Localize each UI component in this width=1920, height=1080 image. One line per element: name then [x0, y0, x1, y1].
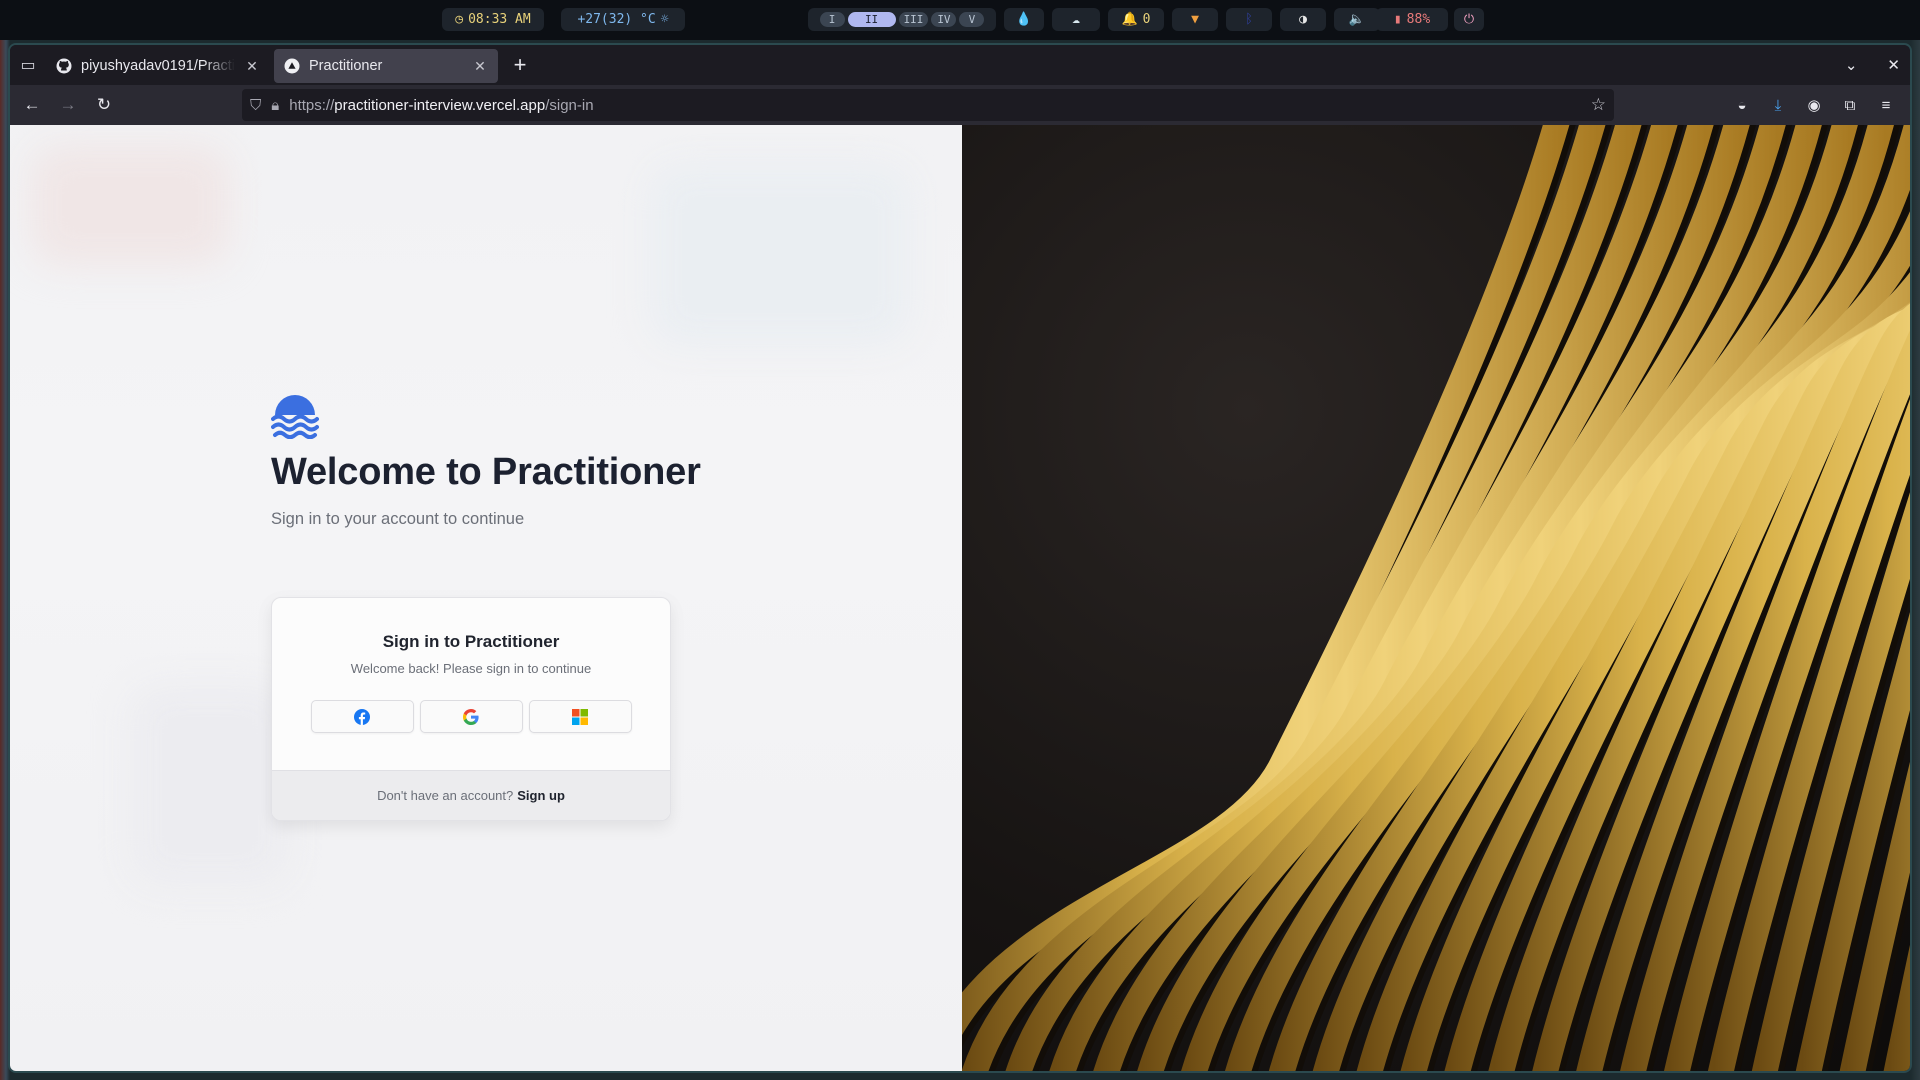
- lock-icon[interactable]: 🔒︎: [271, 97, 279, 114]
- account-icon[interactable]: ◉: [1798, 89, 1830, 121]
- bookmark-star-icon[interactable]: ☆: [1591, 95, 1606, 115]
- extensions-icon[interactable]: ⧉: [1834, 89, 1866, 121]
- workspace-1[interactable]: I: [819, 12, 845, 27]
- card-title: Sign in to Practitioner: [382, 632, 560, 651]
- clock-icon: ◷: [455, 12, 464, 27]
- page-content: Welcome to Practitioner Sign in to your …: [10, 125, 1910, 1071]
- sign-in-card: Sign in to Practitioner Welcome back! Pl…: [271, 597, 671, 821]
- tab-github[interactable]: piyushyadav0191/Practitioner ✕: [46, 49, 270, 83]
- sign-up-link[interactable]: Sign up: [517, 788, 565, 803]
- forward-arrow-icon[interactable]: →: [50, 89, 86, 121]
- battery-widget[interactable]: ▮ 88%: [1376, 8, 1448, 31]
- bell-icon: 🔔: [1121, 12, 1138, 27]
- card-subtitle: Welcome back! Please sign in to continue: [350, 661, 592, 676]
- battery-text: 88%: [1406, 12, 1431, 27]
- notification-count: 0: [1142, 12, 1151, 27]
- close-icon[interactable]: ✕: [472, 58, 488, 75]
- weather-icon: ☼: [660, 12, 669, 27]
- clock-text: 08:33 AM: [468, 12, 531, 27]
- vercel-icon: [284, 58, 300, 74]
- page-subtitle: Sign in to your account to continue: [271, 510, 525, 528]
- volume-icon[interactable]: 🔈: [1334, 8, 1380, 31]
- workspace-switcher: I II III IV V: [808, 8, 996, 31]
- facebook-login-button[interactable]: [310, 700, 414, 733]
- download-icon[interactable]: ⤓: [1762, 89, 1794, 121]
- url-text[interactable]: https://practitioner-interview.vercel.ap…: [289, 97, 593, 114]
- notifications-widget[interactable]: 🔔 0: [1108, 8, 1164, 31]
- pocket-icon[interactable]: ◒: [1726, 89, 1758, 121]
- tab-list-icon[interactable]: ▭: [10, 45, 46, 85]
- card-footer: Don't have an account? Sign up: [272, 770, 670, 820]
- wifi-icon[interactable]: ▼: [1172, 8, 1218, 31]
- tab-title: Practitioner: [309, 58, 383, 74]
- back-arrow-icon[interactable]: ←: [14, 89, 50, 121]
- contrast-icon[interactable]: ◑: [1280, 8, 1326, 31]
- workspace-2[interactable]: II: [847, 12, 896, 27]
- tab-strip: ▭ piyushyadav0191/Practitioner ✕ Practit…: [10, 45, 1910, 85]
- menu-icon[interactable]: ≡: [1870, 89, 1902, 121]
- background-blur: [650, 165, 910, 345]
- tab-practitioner[interactable]: Practitioner ✕: [274, 49, 498, 83]
- practitioner-logo: [271, 395, 319, 439]
- facebook-icon: [354, 708, 370, 725]
- workspace-5[interactable]: V: [959, 12, 985, 27]
- tab-title: piyushyadav0191/Practitioner: [81, 58, 235, 74]
- sign-in-panel: Welcome to Practitioner Sign in to your …: [10, 125, 962, 1071]
- url-bar[interactable]: ⛉ 🔒︎ https://practitioner-interview.verc…: [242, 89, 1614, 121]
- github-icon: [56, 58, 72, 74]
- page-title: Welcome to Practitioner: [271, 451, 701, 493]
- window-close-icon[interactable]: ✕: [1887, 56, 1900, 74]
- battery-icon: ▮: [1393, 12, 1402, 27]
- social-login-row: [272, 700, 670, 733]
- chevron-down-icon[interactable]: ⌄: [1845, 56, 1858, 74]
- workspace-3[interactable]: III: [898, 12, 929, 27]
- workspace-4[interactable]: IV: [931, 12, 957, 27]
- new-tab-button[interactable]: +: [504, 49, 536, 81]
- system-status-bar: ◷ 08:33 AM +27(32) °C ☼ I II III IV V 💧 …: [0, 0, 1920, 40]
- microsoft-login-button[interactable]: [528, 700, 632, 733]
- navigation-bar: ← → ↻ ⛉ 🔒︎ https://practitioner-intervie…: [10, 85, 1910, 125]
- hero-image: [962, 125, 1910, 1071]
- gold-waves-artwork: [962, 125, 1910, 1071]
- bluetooth-icon[interactable]: ᛒ: [1226, 8, 1272, 31]
- microsoft-icon: [572, 708, 588, 725]
- shield-icon[interactable]: ⛉: [250, 97, 261, 114]
- clock-widget[interactable]: ◷ 08:33 AM: [442, 8, 544, 31]
- reload-icon[interactable]: ↻: [86, 89, 122, 121]
- background-blur: [130, 685, 290, 885]
- browser-window: ▭ piyushyadav0191/Practitioner ✕ Practit…: [8, 43, 1912, 1073]
- google-login-button[interactable]: [419, 700, 523, 733]
- footer-text: Don't have an account?: [377, 788, 514, 803]
- power-icon[interactable]: ⏻: [1454, 8, 1484, 31]
- close-icon[interactable]: ✕: [244, 58, 260, 75]
- cloud-icon[interactable]: ☁: [1052, 8, 1100, 31]
- drop-icon[interactable]: 💧: [1004, 8, 1044, 31]
- weather-text: +27(32) °C: [577, 12, 656, 27]
- google-icon: [463, 708, 479, 725]
- background-blur: [30, 145, 230, 265]
- weather-widget[interactable]: +27(32) °C ☼: [561, 8, 685, 31]
